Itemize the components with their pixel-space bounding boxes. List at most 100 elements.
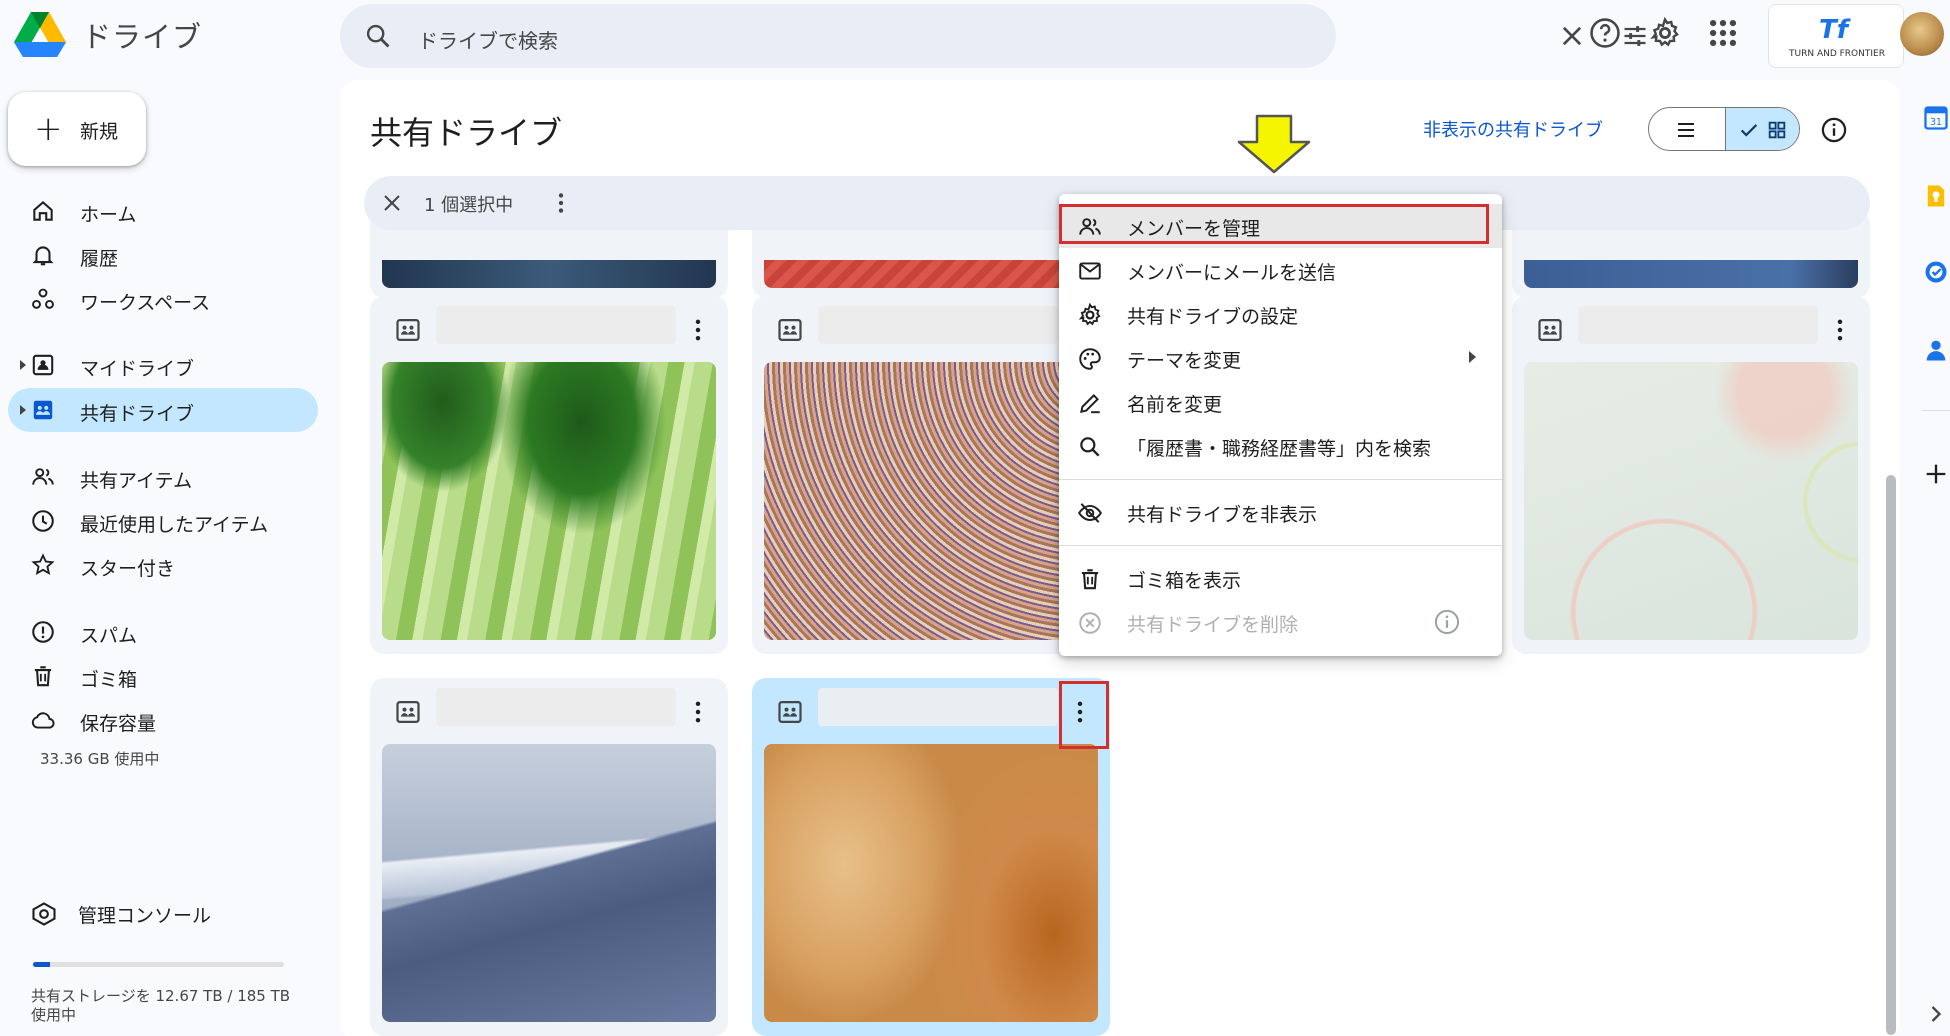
drive-name-redacted — [1578, 306, 1818, 344]
shared-drive-card[interactable] — [752, 296, 1110, 654]
tasks-icon[interactable] — [1922, 258, 1950, 286]
shared-drive-icon — [778, 318, 802, 342]
scrollbar-thumb[interactable] — [1886, 475, 1896, 1035]
close-icon[interactable] — [1558, 22, 1586, 50]
expand-caret-icon[interactable] — [20, 360, 26, 370]
avatar[interactable] — [1900, 12, 1944, 56]
sidebar-item-home[interactable]: ホーム — [8, 189, 318, 233]
annotation-arrow-icon — [1237, 114, 1311, 174]
shared-drive-card[interactable] — [1512, 296, 1870, 654]
sidebar-item-starred[interactable]: スター付き — [8, 543, 318, 587]
shared-drive-card-selected[interactable] — [752, 678, 1110, 1036]
drive-name-redacted — [436, 306, 676, 344]
new-button[interactable]: + 新規 — [8, 92, 146, 166]
sidebar-item-workspaces[interactable]: ワークスペース — [8, 277, 318, 321]
hidden-shared-drives-link[interactable]: 非表示の共有ドライブ — [1423, 116, 1603, 142]
gear-icon — [1078, 302, 1101, 326]
app-title[interactable]: ドライブ — [82, 14, 202, 56]
sidebar-item-spam[interactable]: スパム — [8, 610, 318, 654]
clear-selection-icon[interactable] — [380, 191, 404, 215]
shared-drive-card[interactable] — [370, 296, 728, 654]
sidebar-item-shared-with-me[interactable]: 共有アイテム — [8, 455, 318, 499]
sidebar-item-label: 最近使用したアイテム — [80, 514, 269, 536]
sidebar-item-shared-drives[interactable]: 共有ドライブ — [8, 388, 318, 432]
chevron-right-icon[interactable] — [1922, 1000, 1950, 1028]
admin-console-link[interactable]: 管理コンソール — [30, 898, 290, 928]
rename-icon — [1080, 394, 1100, 414]
contacts-icon[interactable] — [1922, 336, 1950, 364]
star-icon — [31, 553, 55, 575]
grid-icon — [1768, 121, 1786, 139]
org-logo-mark: Tf — [1819, 15, 1849, 45]
menu-item-label: 共有ドライブを非表示 — [1127, 504, 1318, 526]
home-icon — [33, 200, 53, 221]
info-icon[interactable] — [1820, 116, 1848, 144]
sidebar-item-label: ホーム — [80, 204, 137, 226]
menu-item-label: 共有ドライブを削除 — [1127, 614, 1299, 636]
menu-item-drive-settings[interactable]: 共有ドライブの設定 — [1059, 292, 1502, 336]
menu-item-search-within[interactable]: 「履歴書・職務経歴書等」内を検索 — [1059, 424, 1502, 468]
people-icon — [32, 468, 54, 485]
palette-icon — [1079, 348, 1101, 370]
list-view-button[interactable] — [1649, 108, 1725, 150]
hide-icon — [1078, 503, 1102, 523]
expand-caret-icon[interactable] — [20, 405, 26, 415]
menu-item-change-theme[interactable]: テーマを変更 — [1059, 336, 1502, 380]
gear-icon[interactable] — [1648, 16, 1682, 50]
storage-quota-text: 共有ストレージを 12.67 TB / 185 TB 使用中 — [31, 987, 291, 1024]
apps-grid-icon[interactable] — [1706, 16, 1740, 50]
help-icon[interactable] — [1588, 16, 1622, 50]
drive-name-redacted — [818, 306, 1058, 344]
more-vert-icon[interactable] — [1826, 316, 1854, 344]
sidebar-item-recent[interactable]: 最近使用したアイテム — [8, 499, 318, 543]
trash-icon — [34, 666, 52, 687]
menu-item-label: 共有ドライブの設定 — [1127, 306, 1299, 328]
menu-item-label: 名前を変更 — [1127, 394, 1223, 416]
more-vert-icon[interactable] — [684, 698, 712, 726]
menu-item-hide-drive[interactable]: 共有ドライブを非表示 — [1059, 490, 1502, 534]
sidebar-item-label: 保存容量 — [80, 713, 157, 735]
shared-drive-card[interactable] — [370, 678, 728, 1036]
admin-console-icon — [32, 902, 56, 926]
selection-count: 1 個選択中 — [424, 195, 514, 216]
drive-theme-thumbnail — [382, 744, 716, 1022]
storage-quota-fill — [33, 962, 51, 967]
more-vert-icon[interactable] — [684, 316, 712, 344]
trash-icon — [1081, 569, 1099, 590]
menu-item-email-members[interactable]: メンバーにメールを送信 — [1059, 248, 1502, 292]
spam-icon — [32, 621, 54, 643]
shared-drive-icon — [33, 400, 53, 420]
keep-icon[interactable] — [1922, 182, 1950, 210]
sidebar-item-label: ゴミ箱 — [80, 669, 138, 691]
mail-icon — [1079, 262, 1101, 280]
drive-name-redacted — [818, 688, 1058, 726]
sidebar-item-label: マイドライブ — [80, 358, 195, 380]
calendar-icon[interactable]: 31 — [1922, 104, 1950, 132]
search-bar[interactable]: ドライブで検索 — [340, 4, 1646, 68]
sidebar-item-history[interactable]: 履歴 — [8, 233, 318, 277]
drive-logo-icon[interactable] — [14, 10, 66, 58]
search-icon[interactable] — [364, 22, 392, 50]
sidebar-item-storage[interactable]: 保存容量 — [8, 698, 318, 742]
plus-icon[interactable] — [1922, 460, 1950, 488]
menu-item-view-trash[interactable]: ゴミ箱を表示 — [1059, 556, 1502, 600]
sidebar-item-my-drive[interactable]: マイドライブ — [8, 343, 318, 387]
drive-theme-thumbnail — [1524, 362, 1858, 640]
menu-divider — [1059, 479, 1502, 480]
drive-theme-thumbnail — [1524, 260, 1858, 288]
clock-icon — [32, 510, 54, 532]
workspaces-icon — [32, 288, 54, 309]
more-vert-icon[interactable] — [548, 190, 574, 216]
admin-console-label: 管理コンソール — [78, 905, 212, 927]
search-input[interactable]: ドライブで検索 — [418, 25, 558, 54]
plus-icon: + — [34, 109, 63, 149]
info-icon[interactable] — [1433, 608, 1461, 636]
grid-view-button[interactable] — [1725, 108, 1799, 150]
organization-logo[interactable]: Tf TURN AND FRONTIER — [1768, 4, 1904, 68]
sidebar-item-label: スター付き — [80, 558, 176, 580]
sidebar-item-trash[interactable]: ゴミ箱 — [8, 654, 318, 698]
search-options-icon[interactable] — [1620, 22, 1650, 50]
menu-item-rename[interactable]: 名前を変更 — [1059, 380, 1502, 424]
check-icon — [1740, 124, 1758, 137]
view-toggle[interactable] — [1648, 107, 1800, 151]
